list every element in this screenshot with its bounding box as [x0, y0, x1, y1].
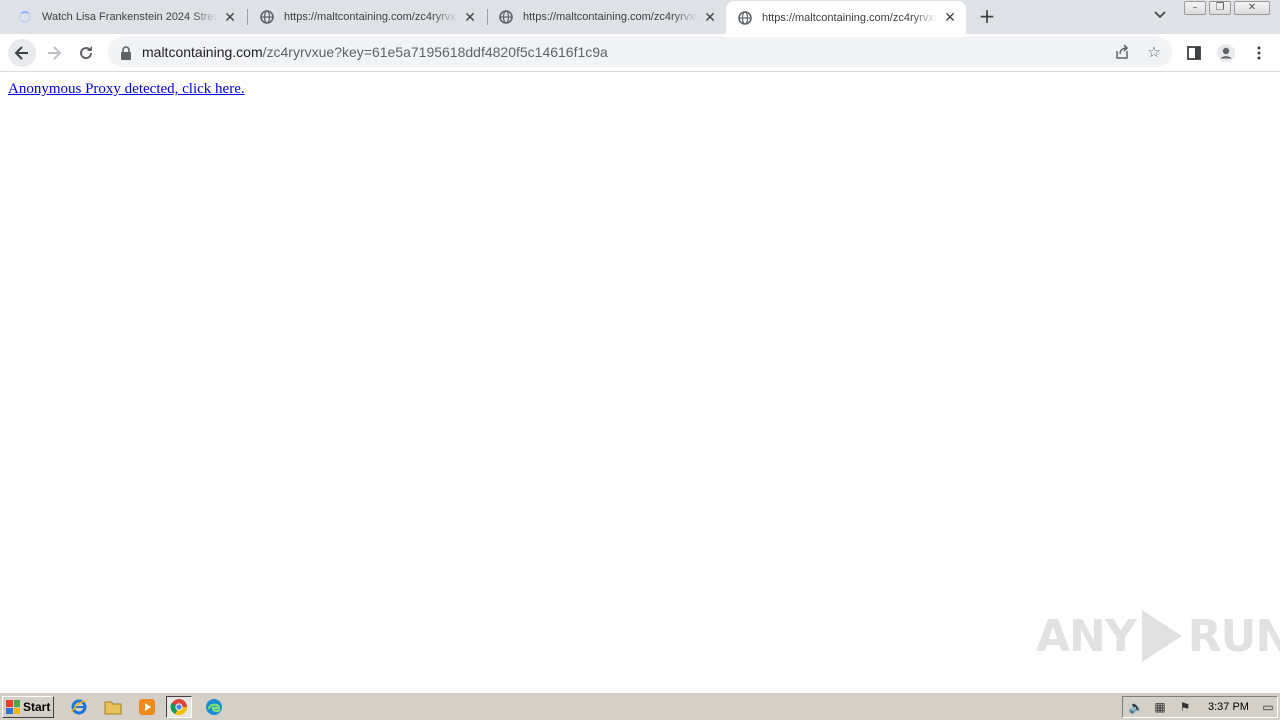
proxy-detected-link[interactable]: Anonymous Proxy detected, click here. — [8, 81, 245, 98]
globe-icon — [260, 10, 274, 24]
tab-1[interactable]: Watch Lisa Frankenstein 2024 Streaming ✕ — [0, 0, 246, 34]
network-icon[interactable]: ▦ — [1152, 700, 1168, 714]
loading-spinner-icon — [18, 10, 32, 24]
close-tab-icon[interactable]: ✕ — [462, 9, 478, 25]
restore-button[interactable]: ❐ — [1209, 1, 1231, 15]
address-bar[interactable]: maltcontaining.com/zc4ryrvxue?key=61e5a7… — [108, 37, 1172, 67]
play-logo-icon — [1141, 610, 1182, 662]
watermark-left-text: ANY — [1036, 610, 1137, 662]
anyrun-watermark: ANY RUN — [1036, 610, 1280, 662]
tab-title: https://maltcontaining.com/zc4ryrvxue — [523, 11, 698, 23]
system-tray — [1122, 696, 1278, 718]
browser-toolbar: maltcontaining.com/zc4ryrvxue?key=61e5a7… — [0, 34, 1280, 72]
tab-4-active[interactable]: https://maltcontaining.com/zc4ryrvxue ✕ — [726, 1, 966, 34]
taskbar: Start 🔈 ▦ ⚑ 3:37 PM ▭ — [0, 692, 1280, 720]
file-explorer-icon[interactable] — [100, 696, 126, 718]
forward-button[interactable] — [40, 39, 68, 67]
tab-3[interactable]: https://maltcontaining.com/zc4ryrvxue ✕ — [488, 0, 726, 34]
menu-kebab-icon[interactable] — [1248, 42, 1270, 64]
action-center-flag-icon[interactable]: ⚑ — [1177, 700, 1193, 714]
lock-icon[interactable] — [120, 45, 132, 60]
reload-button[interactable] — [72, 39, 100, 67]
globe-icon — [738, 10, 752, 25]
internet-explorer-icon[interactable] — [66, 696, 92, 718]
volume-icon[interactable]: 🔈 — [1128, 700, 1144, 714]
media-player-icon[interactable] — [134, 696, 160, 718]
watermark-right-text: RUN — [1187, 610, 1280, 662]
globe-icon — [499, 10, 513, 24]
tab-title: https://maltcontaining.com/zc4ryrvxue — [284, 11, 458, 23]
clock[interactable]: 3:37 PM — [1208, 701, 1249, 713]
tab-title: https://maltcontaining.com/zc4ryrvxue — [762, 11, 938, 24]
new-tab-button[interactable]: + — [976, 6, 998, 28]
close-window-button[interactable]: ✕ — [1234, 1, 1270, 15]
tab-search-chevron-icon[interactable] — [1150, 8, 1170, 26]
url-text[interactable]: maltcontaining.com/zc4ryrvxue?key=61e5a7… — [142, 44, 608, 60]
page-content: Anonymous Proxy detected, click here. AN… — [0, 72, 1280, 692]
tab-title: Watch Lisa Frankenstein 2024 Streaming — [42, 11, 218, 23]
windows-logo-icon — [6, 700, 20, 714]
tab-strip: Watch Lisa Frankenstein 2024 Streaming ✕… — [0, 0, 1280, 34]
url-path: /zc4ryrvxue?key=61e5a7195618ddf4820f5c14… — [262, 44, 608, 60]
start-button[interactable]: Start — [2, 696, 54, 718]
chrome-icon[interactable] — [166, 696, 192, 718]
minimize-button[interactable]: – — [1184, 1, 1206, 15]
back-button[interactable] — [8, 39, 36, 67]
profile-avatar-icon[interactable] — [1215, 42, 1237, 64]
url-host: maltcontaining.com — [142, 44, 263, 60]
close-tab-icon[interactable]: ✕ — [942, 9, 958, 26]
share-icon[interactable] — [1112, 43, 1132, 61]
start-label: Start — [23, 700, 51, 714]
edge-icon[interactable] — [201, 696, 227, 718]
show-desktop-icon[interactable]: ▭ — [1260, 700, 1276, 714]
bookmark-star-icon[interactable]: ☆ — [1144, 43, 1164, 61]
side-panel-icon[interactable] — [1183, 42, 1205, 64]
tab-2[interactable]: https://maltcontaining.com/zc4ryrvxue ✕ — [248, 0, 486, 34]
close-tab-icon[interactable]: ✕ — [222, 9, 238, 25]
close-tab-icon[interactable]: ✕ — [702, 9, 718, 25]
